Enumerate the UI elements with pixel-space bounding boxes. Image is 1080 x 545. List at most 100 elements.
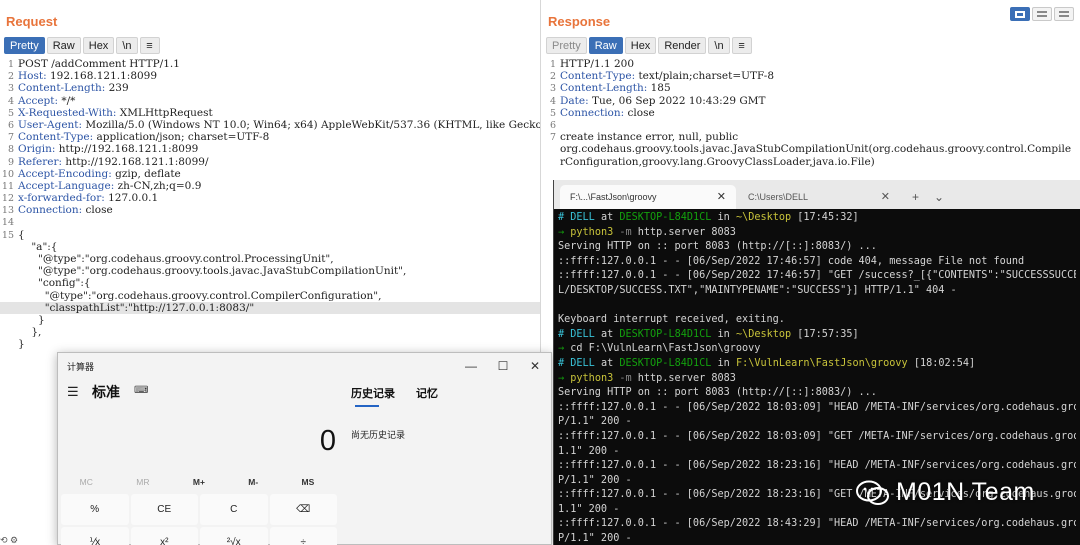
line-text: gzip, deflate	[111, 167, 181, 180]
terminal-tab-groovy[interactable]: F:\...\FastJson\groovy ✕	[560, 185, 736, 209]
terminal-text: P/1.1" 200 -	[558, 416, 632, 428]
code-line: 10 Accept-Encoding: gzip, deflate	[0, 168, 540, 180]
terminal-text: in	[711, 357, 736, 369]
tab-memory[interactable]: 记忆	[416, 385, 438, 401]
terminal-line: → python3 -m http.server 8083	[558, 372, 1076, 387]
tab-history[interactable]: 历史记录	[351, 385, 395, 401]
newline-toggle[interactable]: \n	[116, 37, 138, 54]
terminal-text: DELL	[570, 212, 595, 223]
tab-raw[interactable]: Raw	[46, 37, 81, 54]
terminal-line: # DELL at DESKTOP-L84D1CL in F:\VulnLear…	[558, 357, 1076, 372]
line-text: close	[624, 106, 655, 119]
terminal-line: ::ffff:127.0.0.1 - - [06/Sep/2022 18:43:…	[558, 517, 1076, 532]
line-number: 15	[1, 229, 14, 241]
line-number: 11	[1, 180, 14, 192]
terminal-tab-users[interactable]: C:\Users\DELL ✕	[738, 185, 900, 209]
request-editor[interactable]: 1 POST /addComment HTTP/1.1 2 Host: 192.168…	[0, 58, 540, 351]
menu-icon[interactable]: ≡	[731, 37, 752, 54]
code-line: 7 create instance error, null, public	[542, 131, 1080, 143]
tab-render[interactable]: Render	[658, 37, 707, 54]
layout-horizontal-icon[interactable]	[1032, 7, 1052, 21]
square-button[interactable]: x²	[130, 527, 198, 545]
line-number: 9	[7, 156, 14, 168]
code-line: 3 Content-Length: 185	[542, 82, 1080, 94]
terminal-text: DELL	[570, 357, 595, 369]
code-line: 5 Connection: close	[542, 107, 1080, 119]
terminal-text: →	[558, 372, 571, 384]
line-number: 7	[7, 132, 14, 144]
chevron-down-icon[interactable]: ⌄	[934, 185, 944, 209]
divide-button[interactable]: ÷	[269, 527, 337, 545]
m-plus-button[interactable]: M+	[193, 477, 205, 487]
new-tab-icon[interactable]: +	[912, 185, 919, 209]
active-tab-underline	[355, 405, 379, 407]
code-line: 2 Content-Type: text/plain;charset=UTF-8	[542, 70, 1080, 82]
terminal-text: ::ffff:127.0.0.1 - - [06/Sep/2022 18:03:…	[558, 401, 1076, 413]
line-text: "a":{	[18, 240, 58, 253]
backspace-button[interactable]: ⌫	[269, 494, 337, 525]
line-text: Mozilla/5.0 (Windows NT 10.0; Win64; x64…	[82, 118, 540, 131]
line-text: "@type":"org.codehaus.groovy.control.Com…	[18, 289, 382, 302]
percent-button[interactable]: %	[61, 494, 129, 525]
clear-button[interactable]: C	[200, 494, 268, 525]
line-text: XMLHttpRequest	[116, 106, 213, 119]
calculator-window[interactable]: 计算器 — ☐ ✕ ☰ 标准 ⌨ 0 MC MR M+ M- MS % CE C…	[57, 352, 552, 545]
line-number: 4	[549, 95, 556, 107]
bottom-toolbar[interactable]: ⟲ ⚙	[0, 535, 60, 545]
terminal-text: Serving HTTP on :: port 8083 (http://[::…	[558, 241, 877, 253]
code-line: "config":{	[0, 277, 540, 289]
keep-on-top-icon[interactable]: ⌨	[134, 385, 148, 396]
line-text: }	[18, 338, 25, 351]
code-line: "@type":"org.codehaus.groovy.control.Com…	[0, 290, 540, 302]
code-line: rConfiguration,groovy.lang.GroovyClassLo…	[542, 156, 1080, 168]
calculator-mode: 标准	[92, 384, 120, 400]
terminal-line: ::ffff:127.0.0.1 - - [06/Sep/2022 17:46:…	[558, 269, 1076, 284]
minimize-icon[interactable]: —	[455, 355, 487, 377]
header-name: Content-Length:	[18, 82, 106, 95]
code-line: 5 X-Requested-With: XMLHttpRequest	[0, 107, 540, 119]
header-name: Origin:	[18, 143, 56, 156]
terminal-text: F:\VulnLearn\FastJson\groovy	[735, 357, 908, 369]
terminal-text: at	[594, 357, 620, 369]
calculator-display: 0	[319, 425, 336, 457]
menu-icon[interactable]: ≡	[139, 37, 160, 54]
mc-button[interactable]: MC	[80, 477, 93, 487]
close-icon[interactable]: ✕	[519, 355, 551, 377]
mr-button[interactable]: MR	[136, 477, 149, 487]
tab-hex[interactable]: Hex	[624, 37, 657, 54]
terminal-line: 1.1" 200 -	[558, 445, 1076, 460]
line-text: {	[18, 228, 25, 241]
layout-split-icon[interactable]	[1010, 7, 1030, 21]
close-icon[interactable]: ✕	[717, 185, 726, 209]
response-viewer[interactable]: 1 HTTP/1.1 200 2 Content-Type: text/plain;c…	[542, 58, 1080, 168]
tab-hex[interactable]: Hex	[82, 37, 115, 54]
reciprocal-button[interactable]: ⅟x	[61, 527, 129, 545]
maximize-icon[interactable]: ☐	[487, 355, 519, 377]
hamburger-menu-icon[interactable]: ☰	[67, 384, 79, 400]
line-number: 2	[7, 71, 14, 83]
tab-pretty[interactable]: Pretty	[4, 37, 45, 54]
close-icon[interactable]: ✕	[881, 185, 890, 209]
tab-pretty[interactable]: Pretty	[546, 37, 587, 54]
terminal-text: Serving HTTP on :: port 8083 (http://[::…	[558, 387, 877, 399]
code-line: 3 Content-Length: 239	[0, 82, 540, 94]
sqrt-button[interactable]: ²√x	[200, 527, 268, 545]
watermark: M01N Team	[856, 478, 1035, 507]
request-view-tabs: Pretty Raw Hex \n ≡	[4, 37, 160, 54]
clear-entry-button[interactable]: CE	[130, 494, 198, 525]
code-line: 6 User-Agent: Mozilla/5.0 (Windows NT 10.…	[0, 119, 540, 131]
m-minus-button[interactable]: M-	[248, 477, 258, 487]
code-line: 9 Referer: http://192.168.121.1:8099/	[0, 156, 540, 168]
ms-button[interactable]: MS	[302, 477, 315, 487]
newline-toggle[interactable]: \n	[708, 37, 730, 54]
layout-tabs-icon[interactable]	[1054, 7, 1074, 21]
terminal-line: L/DESKTOP/SUCCESS.TXT","MAINTYPENAME":"S…	[558, 284, 1076, 299]
header-name: Referer:	[18, 155, 63, 168]
memory-row: MC MR M+ M- MS	[58, 477, 336, 487]
terminal-text: DESKTOP-L84D1CL	[619, 212, 712, 223]
code-line: "a":{	[0, 241, 540, 253]
tab-raw[interactable]: Raw	[588, 37, 623, 54]
window-title: 计算器	[67, 362, 95, 372]
terminal-line: Keyboard interrupt received, exiting.	[558, 313, 1076, 328]
